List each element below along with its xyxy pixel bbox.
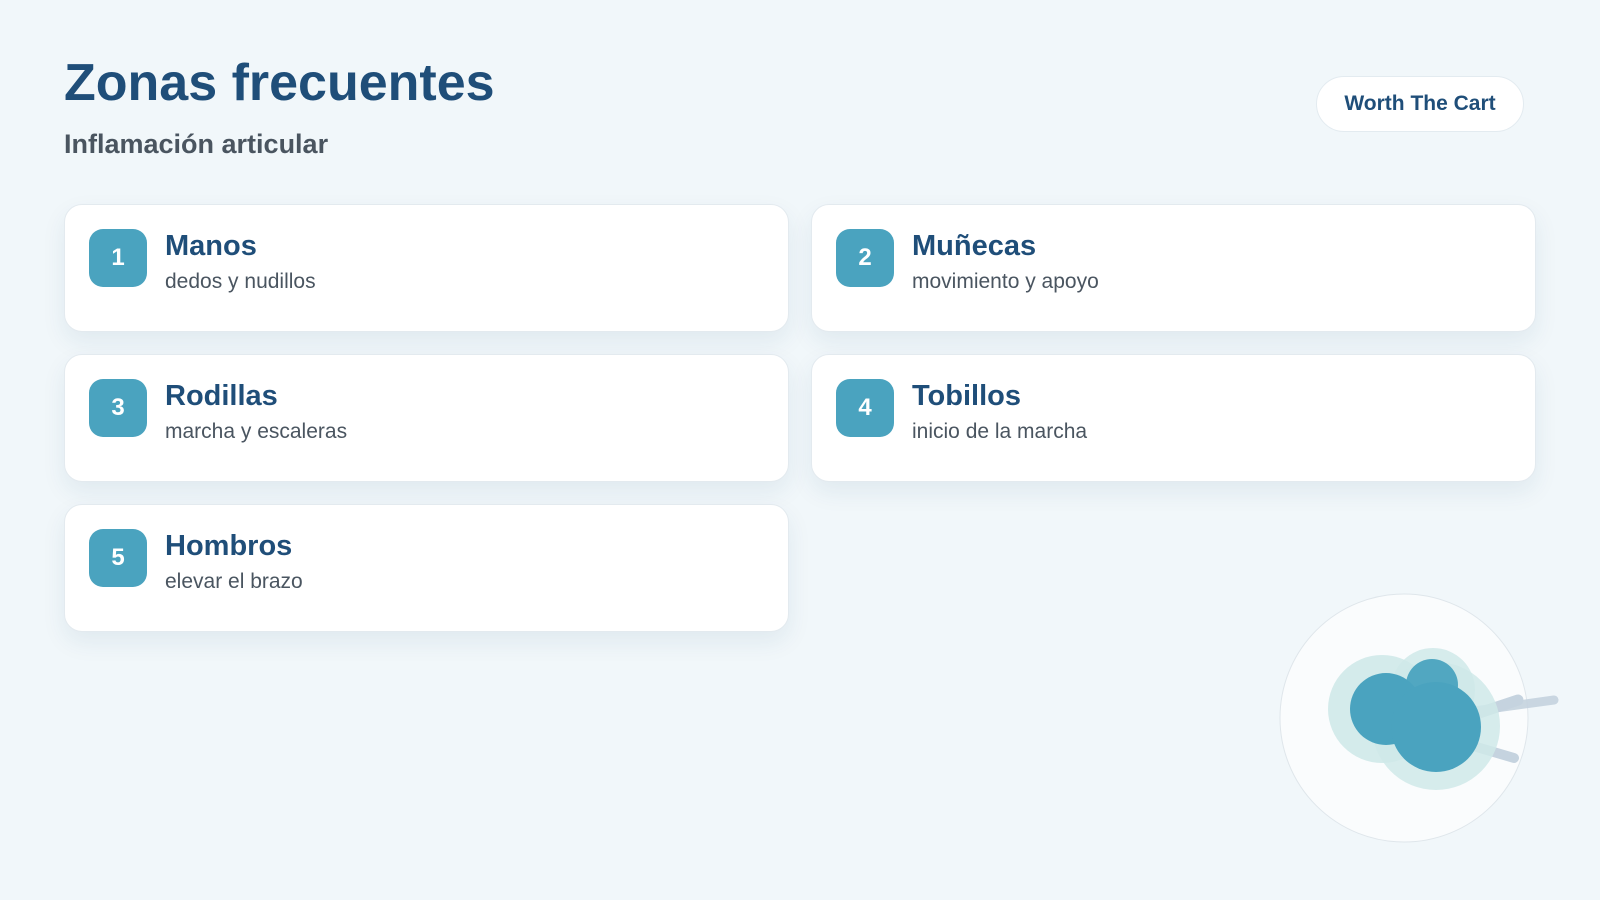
zone-description: elevar el brazo <box>165 570 303 593</box>
zone-card-munecas: 2 Muñecas movimiento y apoyo <box>811 204 1536 332</box>
zone-number-badge: 4 <box>836 379 894 437</box>
zone-card-hombros: 5 Hombros elevar el brazo <box>64 504 789 632</box>
zone-description: dedos y nudillos <box>165 270 316 293</box>
zone-title: Rodillas <box>165 380 278 412</box>
zone-title: Hombros <box>165 530 293 562</box>
zone-card-tobillos: 4 Tobillos inicio de la marcha <box>811 354 1536 482</box>
zone-description: inicio de la marcha <box>912 420 1088 443</box>
zone-description: marcha y escaleras <box>165 420 348 443</box>
zone-title: Muñecas <box>912 230 1037 262</box>
zone-card-manos: 1 Manos dedos y nudillos <box>64 204 789 332</box>
zone-number-badge: 1 <box>89 229 147 287</box>
zone-title: Manos <box>165 230 257 262</box>
zone-title: Tobillos <box>912 380 1022 412</box>
page-title: Zonas frecuentes <box>64 54 495 112</box>
joint-shape <box>1391 682 1481 772</box>
page-subtitle: Inflamación articular <box>64 129 329 159</box>
zone-description: movimiento y apoyo <box>912 270 1099 293</box>
zone-card-rodillas: 3 Rodillas marcha y escaleras <box>64 354 789 482</box>
joint-icon <box>1279 593 1559 843</box>
zone-number-badge: 2 <box>836 229 894 287</box>
zone-number-badge: 3 <box>89 379 147 437</box>
brand-badge: Worth The Cart <box>1316 76 1524 132</box>
zone-number-badge: 5 <box>89 529 147 587</box>
